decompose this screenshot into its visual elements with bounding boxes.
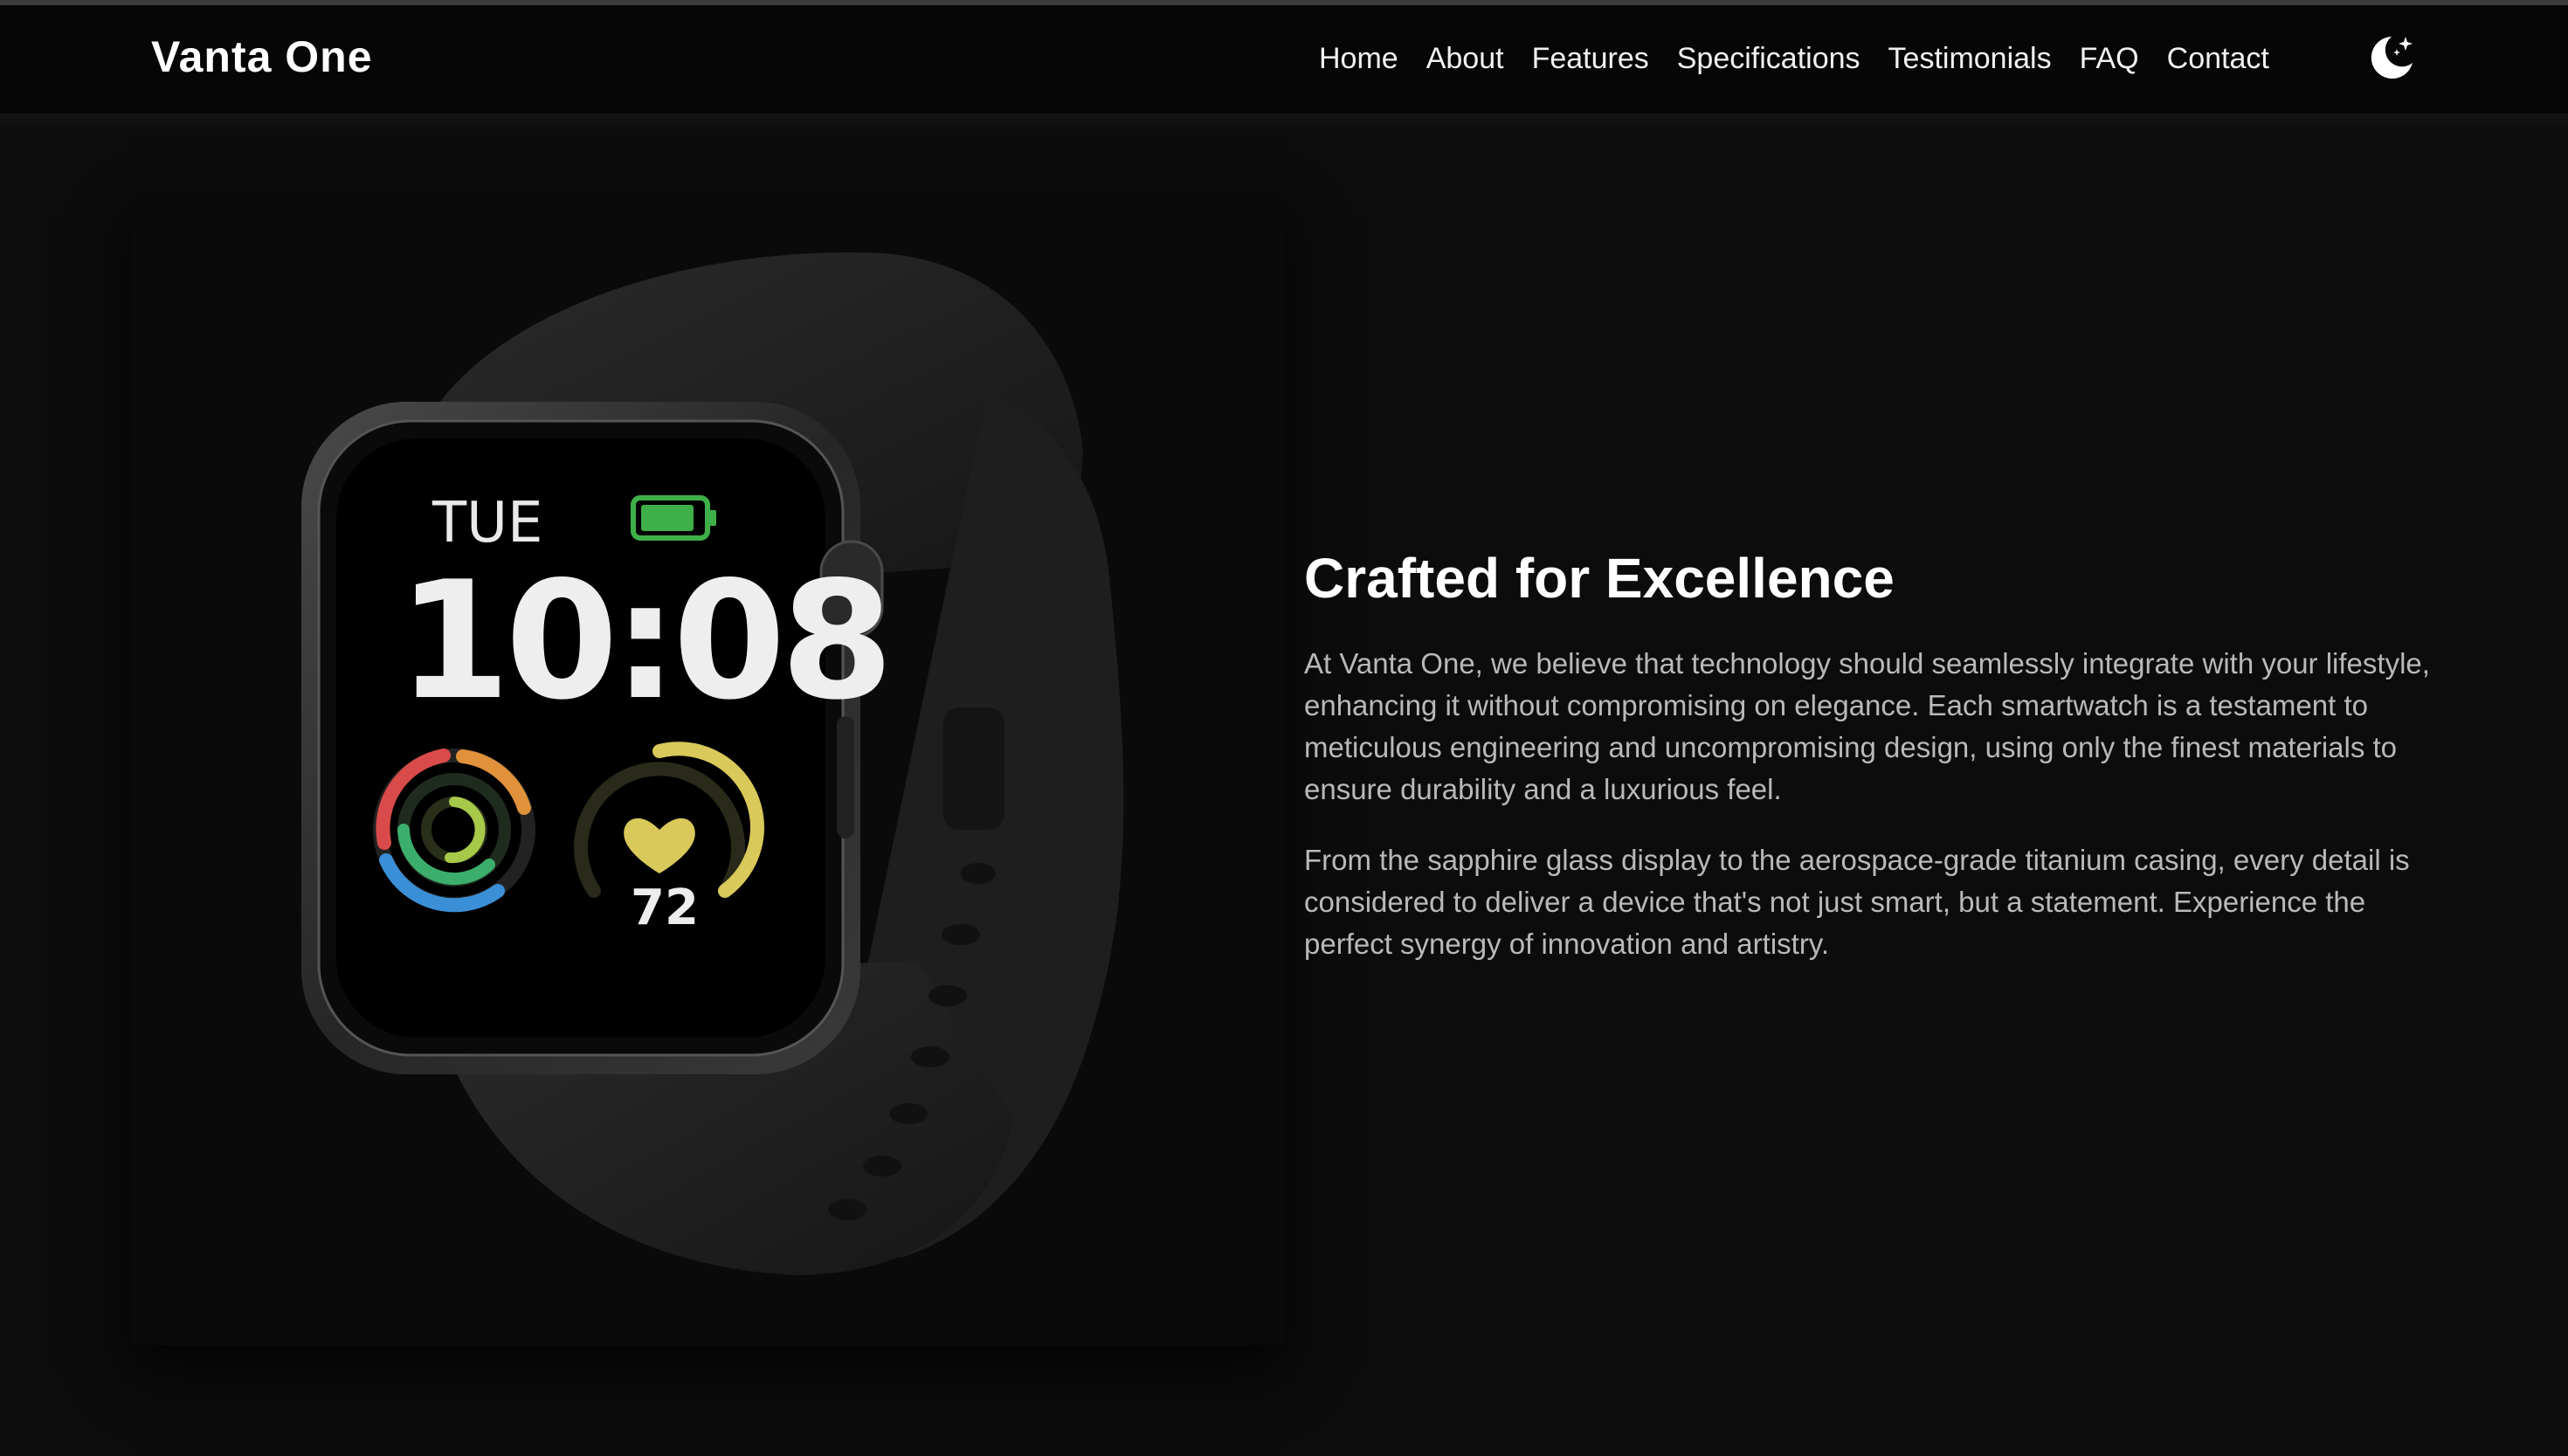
section-title: Crafted for Excellence: [1304, 547, 1895, 610]
about-paragraph-1: At Vanta One, we believe that technology…: [1304, 647, 2430, 805]
nav-link-contact[interactable]: Contact: [2167, 42, 2269, 76]
nav-link-about[interactable]: About: [1426, 42, 1504, 76]
about-paragraph-2: From the sapphire glass display to the a…: [1304, 844, 2410, 960]
watch-time: 10:08: [397, 546, 888, 735]
product-image-panel: TUE 10:08 72: [131, 192, 1284, 1345]
navbar-shadow: [0, 114, 2568, 133]
nav-link-features[interactable]: Features: [1532, 42, 1649, 76]
moon-stars-icon: [2371, 37, 2413, 79]
navbar: Vanta One Home About Features Specificat…: [0, 5, 2568, 114]
smartwatch-image: TUE 10:08 72: [301, 252, 1124, 1275]
theme-toggle-button[interactable]: [2365, 31, 2418, 84]
nav-links: Home About Features Specifications Testi…: [1319, 42, 2297, 76]
heart-rate-value: 72: [631, 880, 699, 936]
brand-logo[interactable]: Vanta One: [151, 31, 373, 82]
nav-link-testimonials[interactable]: Testimonials: [1888, 42, 2052, 76]
nav-link-specifications[interactable]: Specifications: [1677, 42, 1860, 76]
nav-link-home[interactable]: Home: [1319, 42, 1398, 76]
nav-link-faq[interactable]: FAQ: [2080, 42, 2139, 76]
